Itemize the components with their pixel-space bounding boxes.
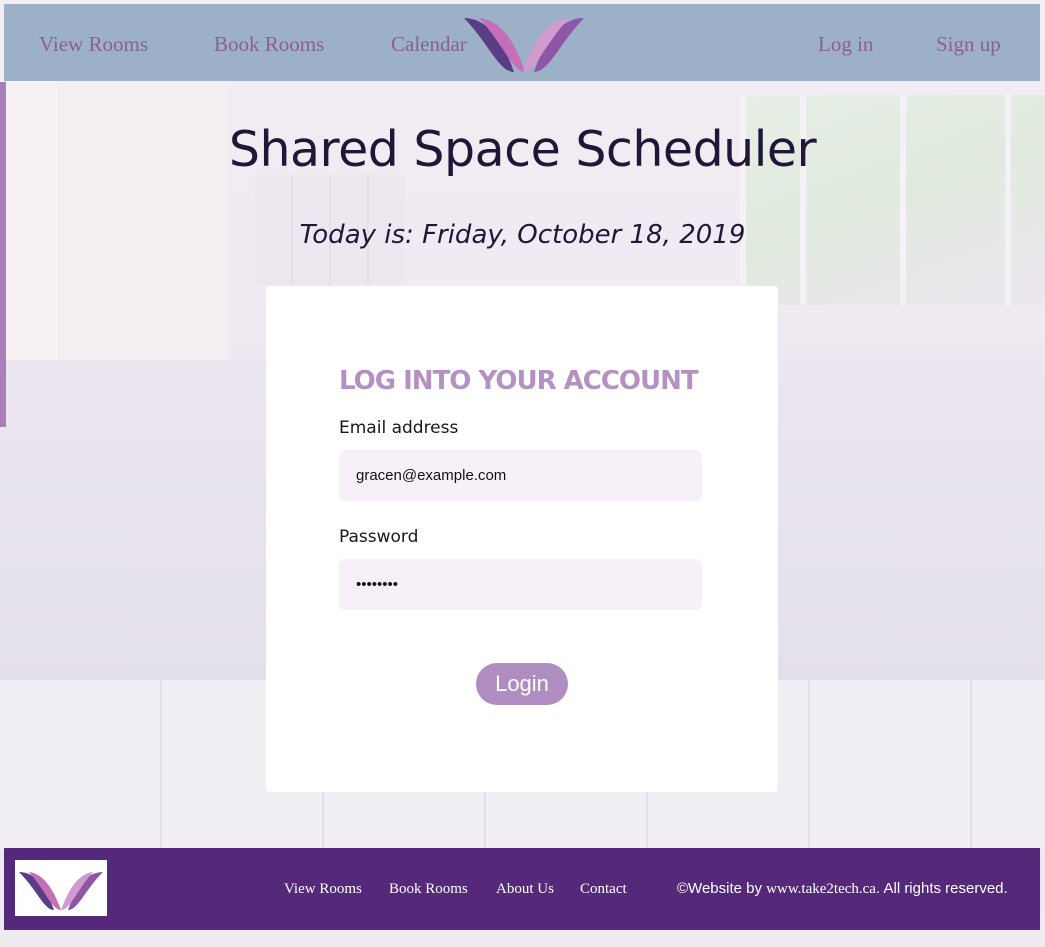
bottom-strip bbox=[0, 930, 1045, 947]
email-label: Email address bbox=[339, 418, 459, 438]
login-heading: LOG INTO YOUR ACCOUNT bbox=[339, 366, 699, 396]
page-title: Shared Space Scheduler bbox=[228, 121, 817, 178]
logo-icon[interactable] bbox=[459, 14, 589, 74]
logo-icon bbox=[19, 872, 103, 910]
top-navigation: View Rooms Book Rooms Calendar Log in Si… bbox=[4, 4, 1040, 81]
password-label: Password bbox=[339, 527, 419, 547]
copyright-suffix: . All rights reserved. bbox=[875, 880, 1008, 897]
nav-log-in[interactable]: Log in bbox=[818, 32, 873, 57]
nav-view-rooms[interactable]: View Rooms bbox=[39, 32, 148, 57]
footer-link-about-us[interactable]: About Us bbox=[496, 881, 554, 898]
copyright-prefix: ©Website by bbox=[677, 880, 767, 897]
password-field[interactable] bbox=[339, 559, 702, 610]
footer: View Rooms Book Rooms About Us Contact ©… bbox=[4, 848, 1040, 930]
nav-calendar[interactable]: Calendar bbox=[391, 32, 467, 57]
footer-logo[interactable] bbox=[15, 860, 107, 916]
login-button[interactable]: Login bbox=[476, 663, 568, 705]
footer-link-view-rooms[interactable]: View Rooms bbox=[284, 881, 362, 898]
footer-link-book-rooms[interactable]: Book Rooms bbox=[389, 881, 468, 898]
footer-link-contact[interactable]: Contact bbox=[580, 881, 627, 898]
login-card: LOG INTO YOUR ACCOUNT Email address Pass… bbox=[266, 286, 778, 792]
copyright: ©Website by www.take2tech.ca. All rights… bbox=[677, 880, 1008, 898]
nav-sign-up[interactable]: Sign up bbox=[936, 32, 1001, 57]
today-date: Today is: Friday, October 18, 2019 bbox=[299, 220, 746, 250]
email-field[interactable] bbox=[339, 450, 702, 501]
site-link[interactable]: www.take2tech.ca bbox=[766, 881, 876, 897]
nav-book-rooms[interactable]: Book Rooms bbox=[214, 32, 324, 57]
